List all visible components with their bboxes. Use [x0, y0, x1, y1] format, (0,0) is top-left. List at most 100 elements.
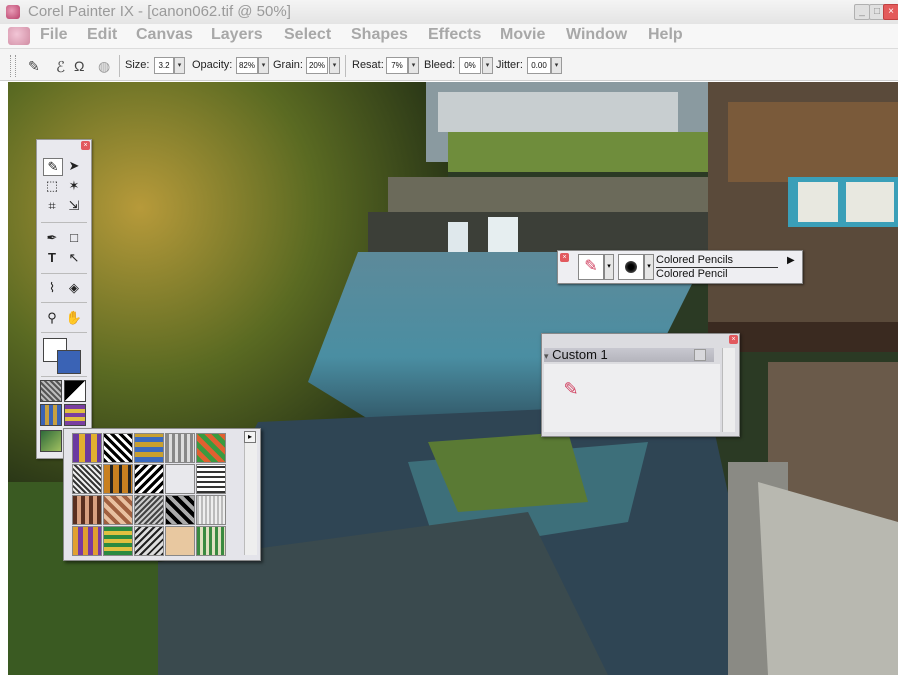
toolbar-grip[interactable]	[10, 55, 16, 77]
dab-type-icon[interactable]: ◍	[98, 58, 110, 75]
flyout-menu-arrow-icon[interactable]: ▸	[244, 431, 256, 443]
paper-selector-icon[interactable]	[40, 380, 62, 402]
palette-options-icon[interactable]	[694, 349, 706, 361]
bleed-dropdown-icon[interactable]: ▾	[482, 57, 493, 74]
menu-layers[interactable]: Layers	[211, 26, 263, 44]
weave-swatch[interactable]	[103, 495, 133, 525]
variant-dropdown-icon[interactable]: ▾	[644, 254, 654, 280]
pen-tool-icon[interactable]: ✒	[43, 230, 61, 246]
brush-category-name[interactable]: Colored Pencils	[656, 254, 733, 266]
magic-wand-icon[interactable]: ✶	[65, 178, 83, 194]
weave-swatch[interactable]	[103, 433, 133, 463]
weave-library-flyout	[63, 428, 261, 561]
brush-tool-icon[interactable]: ✎	[43, 158, 63, 176]
weave-swatch[interactable]	[72, 495, 102, 525]
weave-swatch[interactable]	[196, 495, 226, 525]
menu-canvas[interactable]: Canvas	[136, 26, 193, 44]
magnifier-tool-icon[interactable]: ⚲	[43, 310, 61, 326]
close-icon[interactable]: ×	[883, 4, 898, 20]
weave-swatch[interactable]	[196, 464, 226, 494]
pattern-selector-icon[interactable]	[40, 404, 62, 426]
menu-file[interactable]: File	[40, 26, 68, 44]
menu-edit[interactable]: Edit	[87, 26, 117, 44]
bleed-label: Bleed:	[424, 59, 456, 71]
weave-swatch[interactable]	[165, 433, 195, 463]
custom-palette-header[interactable]: ▾ Custom 1	[544, 348, 714, 362]
grain-dropdown-icon[interactable]: ▾	[329, 57, 340, 74]
colored-pencil-category-icon[interactable]: ✎	[578, 254, 604, 280]
size-input[interactable]: 3.2	[154, 57, 174, 74]
brush-variant-dab-icon[interactable]	[618, 254, 644, 280]
grabber-tool-icon[interactable]: ✋	[65, 310, 83, 326]
paint-bucket-icon[interactable]: ◈	[65, 280, 83, 296]
menu-effects[interactable]: Effects	[428, 26, 481, 44]
weave-swatch[interactable]	[196, 433, 226, 463]
flyout-scrollbar[interactable]	[244, 433, 257, 555]
separator	[41, 332, 87, 333]
weave-swatch[interactable]	[103, 526, 133, 556]
nozzle-selector-icon[interactable]	[40, 430, 62, 452]
waterfall-photo	[8, 82, 898, 675]
category-dropdown-icon[interactable]: ▾	[604, 254, 614, 280]
weave-swatch[interactable]	[134, 526, 164, 556]
custom-palette-scrollbar[interactable]	[722, 348, 735, 432]
weave-swatch[interactable]	[72, 433, 102, 463]
opacity-input[interactable]: 82%	[236, 57, 258, 74]
close-brush-selector-icon[interactable]: ×	[560, 253, 569, 262]
menu-movie[interactable]: Movie	[500, 26, 545, 44]
jitter-dropdown-icon[interactable]: ▾	[551, 57, 562, 74]
brush-icon[interactable]: ✎	[28, 58, 40, 75]
separator	[41, 302, 87, 303]
weave-swatch[interactable]	[165, 464, 195, 494]
minimize-icon[interactable]: _	[854, 4, 870, 20]
weave-swatch[interactable]	[134, 495, 164, 525]
rect-select-icon[interactable]: ⬚	[43, 178, 61, 194]
weave-swatch[interactable]	[72, 526, 102, 556]
resat-dropdown-icon[interactable]: ▾	[408, 57, 419, 74]
opacity-dropdown-icon[interactable]: ▾	[258, 57, 269, 74]
brush-selector-bar: × ✎ ▾ ▾ Colored Pencils Colored Pencil ▶	[557, 250, 803, 284]
painter-app-icon[interactable]	[6, 5, 20, 19]
stroke-type-icon[interactable]: ℰ	[56, 58, 65, 76]
shape-selection-icon[interactable]: ↖	[65, 250, 83, 266]
close-toolbox-icon[interactable]: ×	[81, 141, 90, 150]
bleed-input[interactable]: 0%	[459, 57, 481, 74]
grain-label: Grain:	[273, 59, 303, 71]
menu-select[interactable]: Select	[284, 26, 331, 44]
gradient-selector-icon[interactable]	[64, 380, 86, 402]
crop-tool-icon[interactable]: ⌗	[43, 198, 61, 214]
brush-menu-arrow-icon[interactable]: ▶	[787, 255, 795, 266]
separator	[41, 376, 87, 377]
jitter-label: Jitter:	[496, 59, 523, 71]
close-custom-palette-icon[interactable]: ×	[729, 335, 738, 344]
collapse-arrow-icon[interactable]: ▾	[544, 351, 549, 361]
weave-swatch[interactable]	[165, 495, 195, 525]
brush-variant-name[interactable]: Colored Pencil	[656, 268, 728, 280]
document-canvas[interactable]	[8, 82, 898, 675]
weave-swatch[interactable]	[72, 464, 102, 494]
separator	[41, 222, 87, 223]
weave-swatch[interactable]	[134, 464, 164, 494]
layer-adjuster-icon[interactable]: ➤	[65, 158, 83, 174]
weave-swatch[interactable]	[196, 526, 226, 556]
document-menu-icon[interactable]	[8, 27, 30, 45]
size-dropdown-icon[interactable]: ▾	[174, 57, 185, 74]
weave-selector-icon[interactable]	[64, 404, 86, 426]
rectangle-shape-icon[interactable]: □	[65, 230, 83, 246]
menu-window[interactable]: Window	[566, 26, 627, 44]
colored-pencil-brush-icon[interactable]: ✎	[560, 378, 582, 400]
separator	[345, 55, 346, 77]
menu-shapes[interactable]: Shapes	[351, 26, 408, 44]
text-tool-icon[interactable]: T	[43, 250, 61, 266]
menu-help[interactable]: Help	[648, 26, 683, 44]
weave-swatch[interactable]	[134, 433, 164, 463]
dropper-tool-icon[interactable]: ⌇	[43, 280, 61, 296]
jitter-input[interactable]: 0.00	[527, 57, 551, 74]
grain-input[interactable]: 20%	[306, 57, 328, 74]
weave-swatch[interactable]	[103, 464, 133, 494]
selection-adjuster-icon[interactable]: ⇲	[65, 198, 83, 214]
stroke-type-2-icon[interactable]: Ω	[74, 58, 84, 74]
weave-swatch[interactable]	[165, 526, 195, 556]
resat-input[interactable]: 7%	[386, 57, 408, 74]
additional-color-swatch[interactable]	[57, 350, 81, 374]
